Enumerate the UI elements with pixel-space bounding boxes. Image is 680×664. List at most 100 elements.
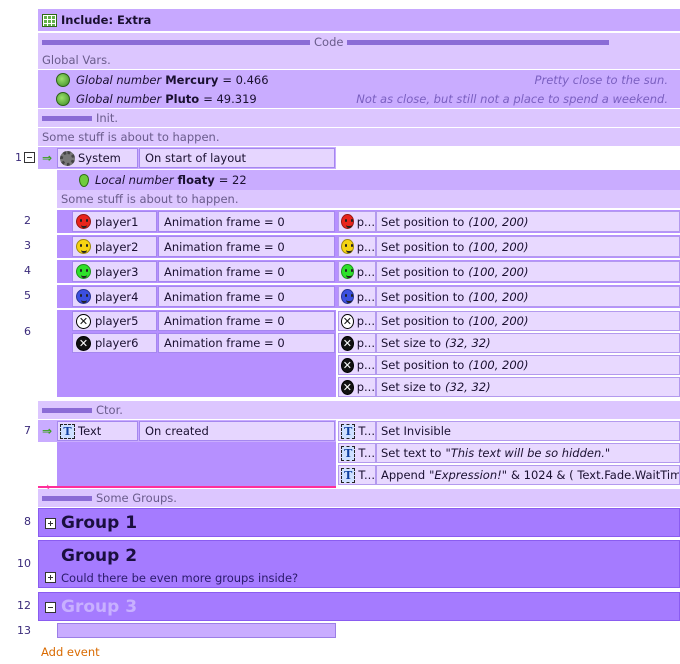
action-cell[interactable]: Set text to "This text will be so hidden.… — [376, 443, 680, 463]
include-row[interactable]: Include: Extra — [38, 9, 680, 31]
comment-rule-left — [42, 39, 310, 45]
action-args: (100, 200) — [468, 239, 529, 254]
event-1-object-cell[interactable]: System — [57, 148, 138, 168]
local-var-name: floaty — [177, 173, 215, 187]
player-face-icon — [341, 239, 354, 254]
condition-object: player2 — [95, 239, 139, 254]
condition-object: player3 — [95, 264, 139, 279]
action-cell[interactable]: Set position to (100, 200) — [376, 355, 680, 375]
global-var-row[interactable]: Global number Pluto = 49.319 Not as clos… — [38, 89, 680, 108]
global-vars-comment-row[interactable]: Global Vars. — [38, 51, 680, 69]
include-label: Include: Extra — [61, 13, 152, 27]
some-stuff-comment-row[interactable]: Some stuff is about to happen. — [38, 128, 680, 146]
groups-comment-row[interactable]: Some Groups. — [38, 489, 680, 507]
action-args: (100, 200) — [468, 314, 529, 328]
action-cell[interactable]: Append "Expression!" & 1024 & ( Text.Fade.… — [376, 465, 680, 485]
action-text: Set size to — [381, 380, 442, 394]
global-variable-icon — [56, 72, 70, 87]
ctor-comment-row[interactable]: Ctor. — [38, 401, 680, 419]
event-7-condition-cell[interactable]: On created — [139, 421, 335, 441]
action-cell[interactable]: Set position to (100, 200) — [376, 311, 680, 331]
action-object-cell[interactable]: p... — [338, 261, 376, 282]
action-cell[interactable]: Set size to (32, 32) — [376, 377, 680, 397]
action-cell[interactable]: Set position to (100, 200) — [376, 286, 680, 307]
player-condition-cell[interactable]: Animation frame = 0 — [158, 261, 335, 282]
event-13-empty[interactable] — [57, 623, 336, 638]
event-6-condition-cell[interactable]: Animation frame = 0 — [158, 333, 335, 353]
init-comment-row[interactable]: Init. — [38, 109, 680, 127]
event-6-condition-cell[interactable]: Animation frame = 0 — [158, 311, 335, 331]
group-2[interactable]: Group 2 Could there be even more groups … — [38, 540, 680, 588]
player-condition-cell[interactable]: Animation frame = 0 — [158, 211, 335, 232]
action-object-cell[interactable]: ✕ p... — [338, 377, 376, 397]
line-number: 3 — [24, 239, 31, 252]
action-args: (100, 200) — [468, 214, 529, 229]
add-event-link[interactable]: Add event — [41, 643, 100, 661]
global-var-name: Pluto — [165, 91, 200, 106]
action-object-cell[interactable]: p... — [338, 286, 376, 307]
action-cell[interactable]: Set position to (100, 200) — [376, 261, 680, 282]
collapse-toggle[interactable] — [24, 152, 35, 163]
global-var-note: Not as close, but still not a place to s… — [356, 91, 668, 106]
action-object-cell[interactable]: ✕ p... — [338, 333, 376, 353]
condition-text: Animation frame = 0 — [164, 336, 285, 350]
event-1-condition-cell[interactable]: On start of layout — [139, 148, 335, 168]
comment-rule — [42, 115, 92, 121]
condition-object: player4 — [95, 289, 139, 304]
action-args: (32, 32) — [445, 380, 491, 394]
expand-toggle[interactable] — [45, 518, 56, 529]
action-object-cell[interactable]: T T... — [338, 421, 376, 441]
group-description: Could there be even more groups inside? — [61, 571, 299, 585]
action-object-cell[interactable]: p... — [338, 211, 376, 232]
action-object: p... — [356, 239, 375, 254]
event-7-object-cell[interactable]: T Text — [57, 421, 138, 441]
action-text: Append — [381, 468, 426, 482]
action-object: p... — [356, 264, 375, 279]
local-var-row[interactable]: Local number floaty = 22 — [57, 170, 680, 190]
expand-toggle[interactable] — [45, 572, 56, 583]
player-condition-cell[interactable]: Animation frame = 0 — [158, 236, 335, 257]
action-cell[interactable]: Set position to (100, 200) — [376, 236, 680, 257]
action-object-cell[interactable]: ✕ p... — [338, 311, 376, 331]
event-1-object: System — [78, 151, 121, 165]
insertion-marker — [38, 486, 336, 488]
action-object-cell[interactable]: ✕ p... — [338, 355, 376, 375]
group-1[interactable]: Group 1 — [38, 508, 680, 537]
action-object: T... — [358, 424, 375, 438]
local-var-value: = 22 — [218, 173, 247, 187]
player-object-cell[interactable]: player4 — [72, 286, 157, 307]
global-var-prefix: Global number — [76, 72, 162, 87]
condition-object: player6 — [95, 336, 139, 350]
event-6-object-cell[interactable]: ✕ player6 — [72, 333, 157, 353]
global-var-value: = 0.466 — [222, 72, 269, 87]
condition-text: Animation frame = 0 — [164, 289, 285, 304]
condition-object: player1 — [95, 214, 139, 229]
action-args: (100, 200) — [468, 358, 529, 372]
line-number: 13 — [17, 624, 31, 637]
global-var-row[interactable]: Global number Mercury = 0.466 Pretty clo… — [38, 70, 680, 89]
event-7-condition: On created — [145, 424, 209, 438]
groups-comment: Some Groups. — [96, 491, 177, 505]
comment-rule-right — [347, 39, 610, 45]
collapse-toggle[interactable] — [45, 602, 56, 613]
action-cell[interactable]: Set position to (100, 200) — [376, 211, 680, 232]
event-sheet-icon — [42, 13, 57, 27]
group-3[interactable]: Group 3 — [38, 592, 680, 621]
action-object-cell[interactable]: T T... — [338, 443, 376, 463]
system-gear-icon — [60, 150, 75, 166]
action-object-cell[interactable]: p... — [338, 236, 376, 257]
subevent-comment-row[interactable]: Some stuff is about to happen. — [57, 190, 680, 208]
action-object-cell[interactable]: T T... — [338, 465, 376, 485]
code-comment-row[interactable]: Code — [38, 33, 680, 51]
action-args: "This text will be so hidden." — [445, 446, 611, 460]
player-condition-cell[interactable]: Animation frame = 0 — [158, 286, 335, 307]
player-object-cell[interactable]: player1 — [72, 211, 157, 232]
player-object-cell[interactable]: player2 — [72, 236, 157, 257]
action-cell[interactable]: Set size to (32, 32) — [376, 333, 680, 353]
player-x-icon: ✕ — [341, 313, 354, 329]
player-object-cell[interactable]: player3 — [72, 261, 157, 282]
event-1-condition: On start of layout — [145, 151, 247, 165]
condition-text: Animation frame = 0 — [164, 214, 285, 229]
event-6-object-cell[interactable]: ✕ player5 — [72, 311, 157, 331]
action-cell[interactable]: Set Invisible — [376, 421, 680, 441]
